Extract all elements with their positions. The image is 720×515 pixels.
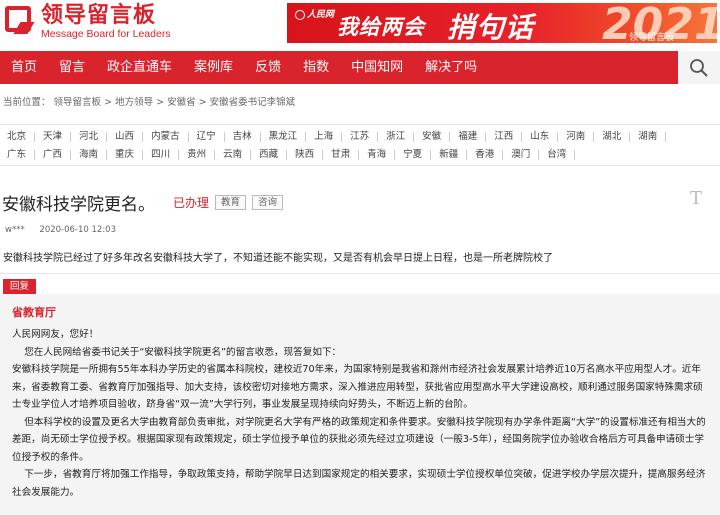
region-link[interactable]: 澳门 [503, 150, 540, 160]
main-nav: 首页 留言 政企直通车 案例库 反馈 指数 中国知网 解决了吗 [0, 51, 720, 84]
reply-paragraph: 安徽科技学院是一所拥有55年本科办学历史的省属本科院校，建校近70年来，为国家特… [12, 364, 703, 410]
nav-messages[interactable]: 留言 [48, 51, 96, 84]
message-title: 安徽科技学院更名。 [2, 195, 155, 215]
reply-body: 人民网网友，您好！ 您在人民网给省委书记关于“安徽科技学院更名”的留言收悉，现答… [12, 326, 708, 501]
message-meta: w*** 2020-06-10 12:03 [5, 225, 128, 235]
region-link[interactable]: 陕西 [287, 150, 324, 160]
breadcrumb-item[interactable]: 安徽省 [167, 97, 196, 108]
nav-survey[interactable]: 中国知网 [340, 51, 414, 84]
message-content: 安徽科技学院已经过了好多年改名安徽科技大学了，不知道还能不能实现，又是否有机会早… [3, 253, 553, 264]
banner-line2: 捎句话 [447, 11, 535, 43]
region-link[interactable]: 北京 [0, 132, 36, 142]
reply-paragraph: 人民网网友，您好！ [12, 329, 99, 340]
region-link[interactable]: 湖南 [630, 132, 667, 142]
region-link[interactable]: 河北 [71, 132, 108, 142]
nav-enterprise[interactable]: 政企直通车 [96, 51, 183, 84]
tag-inquiry[interactable]: 咨询 [252, 195, 284, 210]
region-link[interactable]: 河南 [558, 132, 595, 142]
region-link[interactable]: 福建 [450, 132, 487, 142]
breadcrumb-item[interactable]: 领导留言板 [54, 97, 102, 108]
logo-icon [3, 4, 37, 38]
region-link[interactable]: 山西 [107, 132, 144, 142]
region-selector: 北京 天津 河北 山西 内蒙古 辽宁 吉林 黑龙江 上海 江苏 浙江 安徽 福建 江西 山东 河南 湖北 湖南 广… [0, 124, 720, 166]
region-link[interactable]: 贵州 [179, 150, 216, 160]
breadcrumb-prefix: 当前位置： [3, 97, 51, 108]
region-link[interactable]: 甘肃 [323, 150, 360, 160]
region-link[interactable]: 香港 [467, 150, 504, 160]
site-name-en: Message Board for Leaders [41, 28, 171, 40]
region-link[interactable]: 江苏 [342, 132, 379, 142]
region-link[interactable]: 宁夏 [395, 150, 432, 160]
divider [0, 273, 720, 274]
reply-paragraph: 下一步，省教育厅将加强工作指导，争取政策支持，帮助学院早日达到国家规定的相关要求… [12, 469, 706, 498]
banner-tag: 领导留言板 [629, 33, 675, 43]
message-time: 2020-06-10 12:03 [39, 225, 117, 235]
region-link[interactable]: 海南 [71, 150, 108, 160]
nav-resolved[interactable]: 解决了吗 [414, 51, 488, 84]
nav-feedback[interactable]: 反馈 [244, 51, 292, 84]
region-link[interactable]: 江西 [486, 132, 523, 142]
search-button[interactable] [678, 51, 720, 84]
nav-index[interactable]: 指数 [292, 51, 340, 84]
region-link[interactable]: 辽宁 [189, 132, 225, 142]
promo-banner[interactable]: 人民网 我给两会 捎句话 2021 领导留言板 [287, 3, 717, 43]
nav-home[interactable]: 首页 [0, 51, 48, 84]
region-link[interactable]: 山东 [522, 132, 559, 142]
breadcrumb-item[interactable]: 安徽省委书记李锦斌 [210, 97, 296, 108]
nav-cases[interactable]: 案例库 [183, 51, 244, 84]
region-link[interactable]: 内蒙古 [143, 132, 189, 142]
message-author: w*** [5, 225, 25, 235]
region-link[interactable]: 台湾 [539, 150, 576, 160]
region-link[interactable]: 黑龙江 [261, 132, 307, 142]
header: 领导留言板 Message Board for Leaders 人民网 我给两会… [0, 0, 720, 52]
region-link[interactable]: 广西 [35, 150, 72, 160]
banner-brand: 人民网 [295, 7, 334, 20]
message-header: 安徽科技学院更名。 已办理 教育 咨询 [2, 190, 284, 215]
region-link[interactable]: 四川 [143, 150, 180, 160]
region-link[interactable]: 青海 [359, 150, 396, 160]
region-link[interactable]: 安徽 [414, 132, 451, 142]
breadcrumb: 当前位置： 领导留言板 > 地方领导 > 安徽省 > 安徽省委书记李锦斌 [3, 97, 296, 108]
region-link[interactable]: 重庆 [107, 150, 144, 160]
region-link[interactable]: 广东 [0, 150, 36, 160]
search-icon [690, 58, 708, 77]
region-link[interactable]: 湖北 [594, 132, 631, 142]
region-link[interactable]: 新疆 [431, 150, 468, 160]
replier-name: 省教育厅 [12, 306, 56, 319]
site-logo[interactable]: 领导留言板 Message Board for Leaders [3, 4, 171, 40]
region-link[interactable]: 浙江 [378, 132, 415, 142]
region-link[interactable]: 天津 [35, 132, 72, 142]
breadcrumb-item[interactable]: 地方领导 [115, 97, 153, 108]
font-size-toggle[interactable]: T [690, 188, 702, 209]
region-link[interactable]: 云南 [215, 150, 252, 160]
region-row: 北京 天津 河北 山西 内蒙古 辽宁 吉林 黑龙江 上海 江苏 浙江 安徽 福建 江西 山东 河南 湖北 湖南 [0, 128, 720, 146]
region-link[interactable]: 上海 [306, 132, 343, 142]
region-link[interactable]: 吉林 [225, 132, 261, 142]
region-link[interactable]: 西藏 [251, 150, 288, 160]
site-name: 领导留言板 [41, 3, 157, 28]
reply-panel: 省教育厅 人民网网友，您好！ 您在人民网给省委书记关于“安徽科技学院更名”的留言… [0, 294, 720, 515]
tag-education[interactable]: 教育 [215, 195, 247, 210]
reply-label: 回复 [3, 279, 37, 294]
region-row: 广东 广西 海南 重庆 四川 贵州 云南 西藏 陕西 甘肃 青海 宁夏 新疆 香港 澳门 台湾 [0, 146, 720, 164]
brand-circle-icon [295, 9, 305, 20]
banner-line1: 我给两会 [337, 15, 425, 39]
status-badge: 已办理 [173, 196, 210, 210]
reply-paragraph: 但本科学校的设置及更名大学由教育部负责审批，对学院更名大学有严格的政策规定和条件… [12, 416, 706, 463]
reply-paragraph: 您在人民网给省委书记关于“安徽科技学院更名”的留言收悉，现答复如下： [12, 346, 342, 358]
